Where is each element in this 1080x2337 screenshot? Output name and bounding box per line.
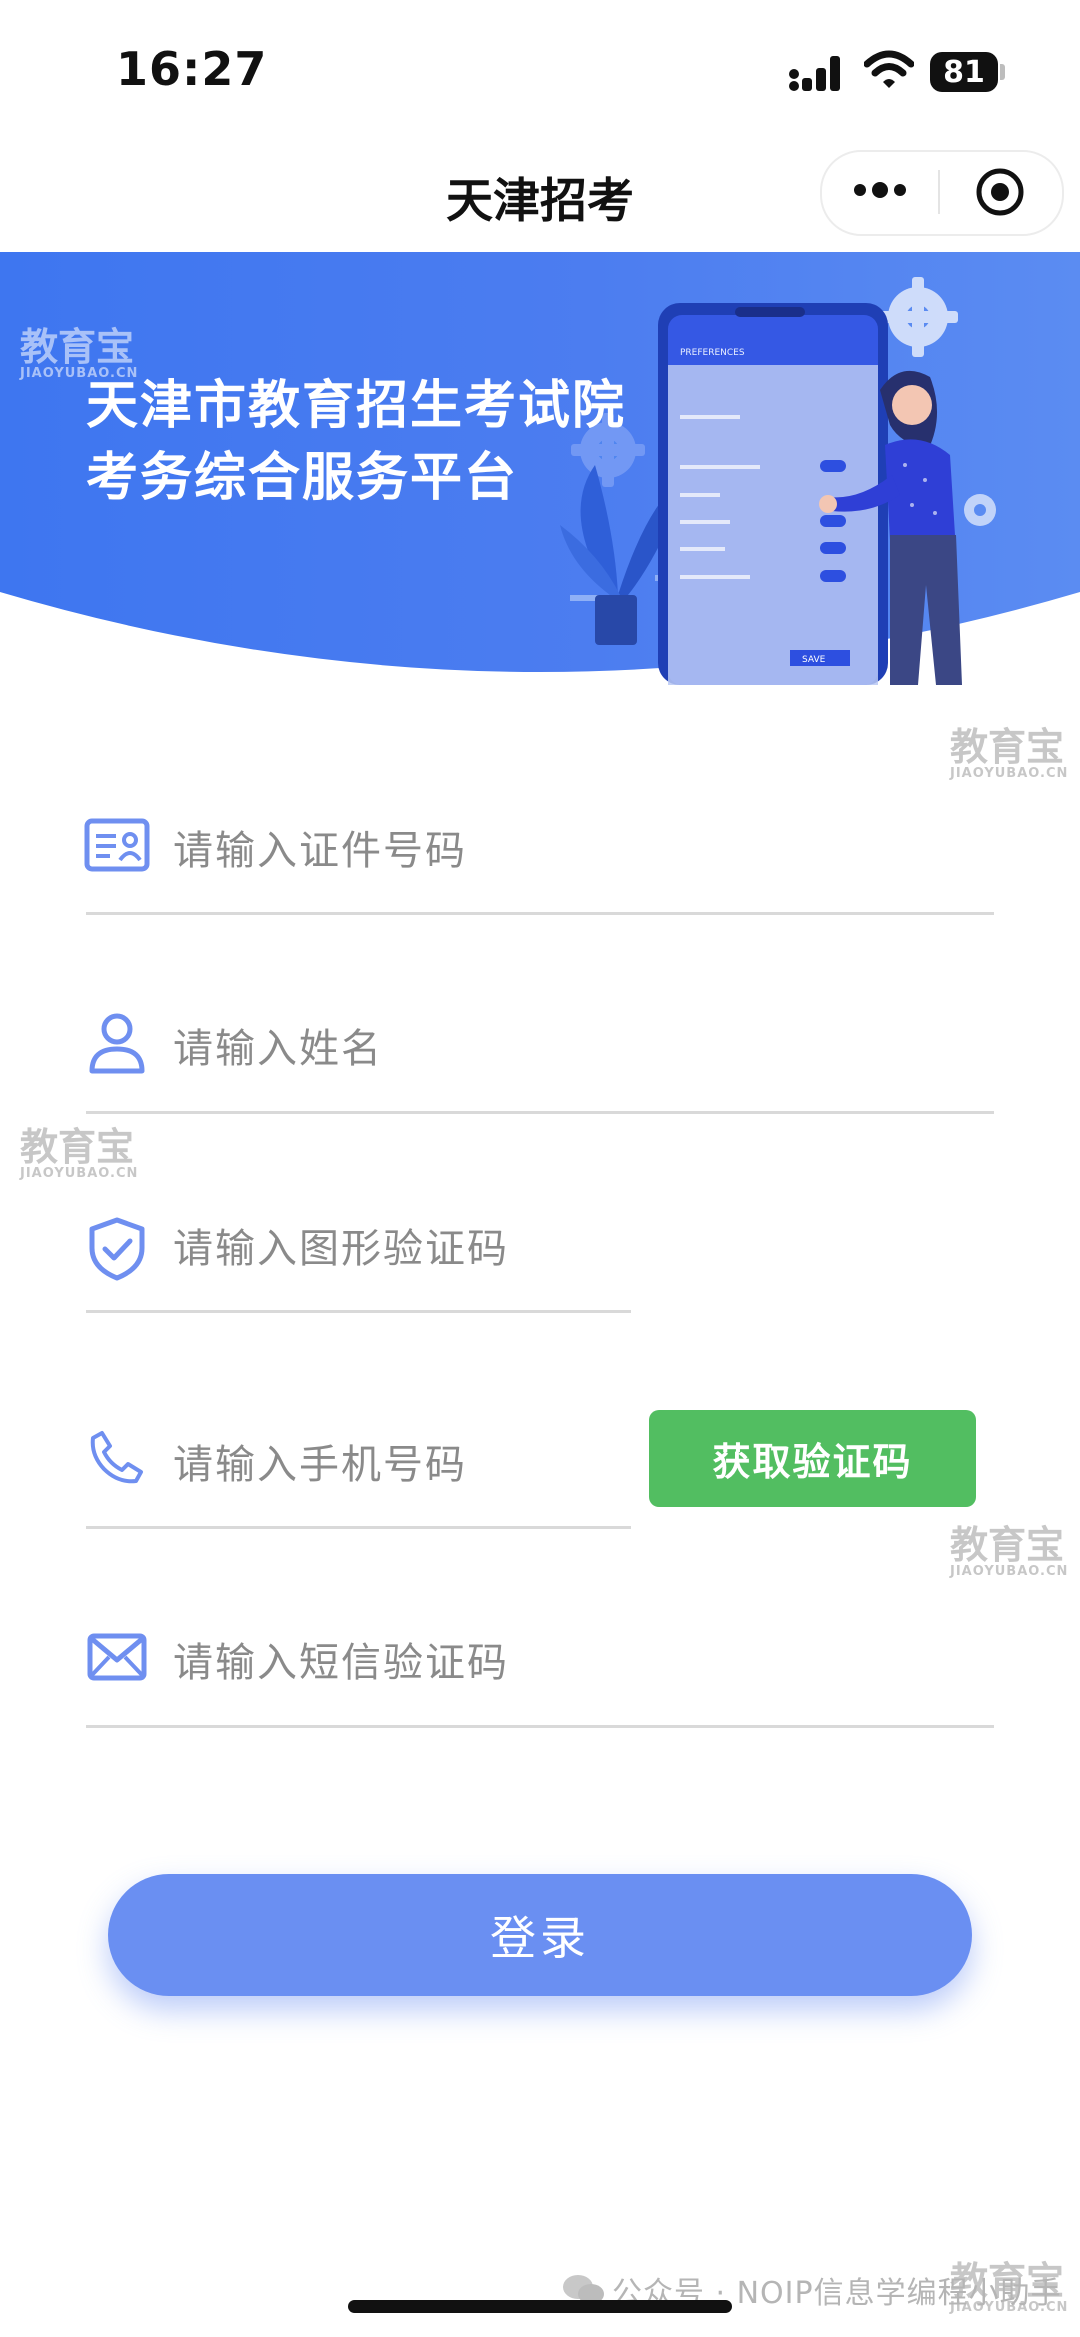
id-card-icon: [82, 810, 152, 880]
watermark: 教育宝 JIAOYUBAO.CN: [20, 328, 138, 382]
id-number-input[interactable]: 请输入证件号码: [173, 818, 467, 876]
banner-title-line2: 考务综合服务平台: [86, 448, 519, 508]
phone-underline: [86, 1526, 631, 1529]
status-time: 16:27: [116, 42, 268, 96]
more-icon[interactable]: [852, 178, 908, 202]
wifi-icon: [864, 50, 914, 88]
sms-underline: [86, 1725, 994, 1728]
battery-tip: [1000, 64, 1005, 80]
captcha-underline: [86, 1310, 631, 1313]
watermark: 教育宝 JIAOYUBAO.CN: [950, 1526, 1068, 1580]
capsule-divider: [938, 170, 940, 214]
banner-title: 天津市教育招生考试院 考务综合服务平台: [86, 370, 626, 514]
banner-title-line1: 天津市教育招生考试院: [86, 376, 627, 436]
watermark: 教育宝 JIAOYUBAO.CN: [20, 1128, 138, 1182]
watermark-text: 教育宝: [20, 325, 135, 369]
watermark-sub: JIAOYUBAO.CN: [20, 1166, 139, 1181]
phone-header-text: PREFERENCES: [680, 348, 745, 358]
watermark-text: 教育宝: [950, 725, 1065, 769]
watermark-sub: JIAOYUBAO.CN: [20, 366, 139, 381]
watermark: 教育宝 JIAOYUBAO.CN: [950, 728, 1068, 782]
phone-save-text: SAVE: [802, 655, 826, 665]
home-indicator[interactable]: [348, 2300, 732, 2313]
close-mini-icon[interactable]: [974, 166, 1026, 218]
login-button[interactable]: 登录: [108, 1874, 972, 1996]
phone-icon: [82, 1422, 152, 1492]
mail-icon: [82, 1622, 152, 1692]
user-icon: [82, 1008, 152, 1078]
watermark-text: 教育宝: [20, 1125, 135, 1169]
watermark-text: 教育宝: [950, 1523, 1065, 1567]
get-code-button[interactable]: 获取验证码: [649, 1410, 976, 1507]
id-underline: [86, 912, 994, 915]
battery-icon: 81: [930, 52, 998, 92]
signal-icon: [789, 56, 840, 91]
watermark-sub: JIAOYUBAO.CN: [950, 1564, 1069, 1579]
shield-icon: [82, 1214, 152, 1284]
name-underline: [86, 1111, 994, 1114]
name-input[interactable]: 请输入姓名: [173, 1016, 383, 1074]
captcha-input[interactable]: 请输入图形验证码: [173, 1216, 509, 1274]
watermark-sub: JIAOYUBAO.CN: [950, 766, 1069, 781]
phone-input[interactable]: 请输入手机号码: [173, 1432, 467, 1490]
sms-code-input[interactable]: 请输入短信验证码: [173, 1630, 509, 1688]
